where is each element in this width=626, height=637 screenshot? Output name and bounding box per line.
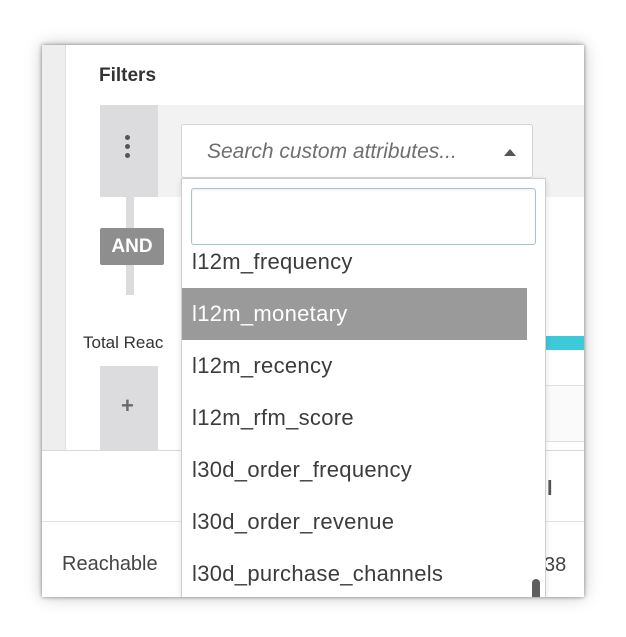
- left-gutter: [42, 45, 66, 450]
- filter-value-field[interactable]: [542, 385, 584, 442]
- dropdown-scrollbar[interactable]: [532, 579, 540, 597]
- vertical-dots-icon: [125, 135, 131, 162]
- dropdown-option-l30d-order-frequency[interactable]: l30d_order_frequency: [182, 444, 532, 496]
- caret-up-icon: [504, 149, 516, 156]
- filters-title: Filters: [99, 65, 157, 86]
- dropdown-option-l12m-frequency[interactable]: l12m_frequency: [182, 242, 532, 288]
- reach-progress-bar: [542, 336, 584, 350]
- select-placeholder: Search custom attributes...: [207, 140, 457, 163]
- filter-drag-handle[interactable]: [100, 105, 158, 197]
- dropdown-option-l12m-monetary[interactable]: l12m_monetary: [182, 288, 527, 340]
- attribute-dropdown: l12m_frequency l12m_monetary l12m_recenc…: [181, 178, 546, 597]
- plus-icon: +: [121, 393, 134, 418]
- dropdown-search-input[interactable]: [191, 188, 536, 245]
- attribute-option-list: l12m_frequency l12m_monetary l12m_recenc…: [182, 242, 532, 597]
- total-reach-label: Total Reac: [83, 333, 164, 352]
- segment-filter-card: Filters AND Search custom attributes... …: [42, 45, 584, 597]
- dropdown-option-l30d-order-revenue[interactable]: l30d_order_revenue: [182, 496, 532, 548]
- dropdown-option-l12m-recency[interactable]: l12m_recency: [182, 340, 532, 392]
- custom-attribute-select[interactable]: Search custom attributes...: [181, 124, 533, 178]
- add-filter-button[interactable]: +: [100, 366, 158, 450]
- dropdown-option-l30d-purchase-channels[interactable]: l30d_purchase_channels: [182, 548, 532, 597]
- reachable-count: 38: [544, 554, 567, 576]
- and-connector-button[interactable]: AND: [100, 228, 164, 265]
- dropdown-option-l12m-rfm-score[interactable]: l12m_rfm_score: [182, 392, 532, 444]
- column-header-partial: l: [547, 478, 553, 500]
- reachable-label: Reachable: [62, 553, 158, 575]
